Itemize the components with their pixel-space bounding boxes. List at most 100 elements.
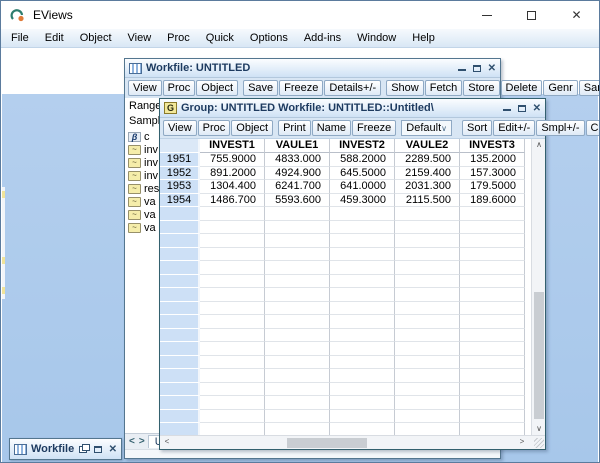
data-cell[interactable] — [460, 275, 525, 289]
menu-options[interactable]: Options — [242, 32, 296, 44]
minimize-icon[interactable] — [503, 109, 511, 111]
tab-prev-icon[interactable]: < — [128, 436, 136, 447]
data-cell[interactable] — [200, 302, 265, 316]
menu-help[interactable]: Help — [404, 32, 443, 44]
minimize-button[interactable] — [464, 1, 509, 29]
data-cell[interactable] — [460, 261, 525, 275]
wf-btn-details[interactable]: Details+/- — [324, 80, 381, 96]
horizontal-scrollbar[interactable]: < > — [160, 435, 545, 449]
data-cell[interactable] — [395, 288, 460, 302]
menu-edit[interactable]: Edit — [37, 32, 72, 44]
grp-btn-object[interactable]: Object — [231, 120, 273, 136]
obs-cell[interactable] — [160, 315, 200, 329]
data-cell[interactable] — [395, 221, 460, 235]
data-cell[interactable] — [460, 410, 525, 424]
data-cell[interactable] — [395, 275, 460, 289]
menu-view[interactable]: View — [120, 32, 160, 44]
data-cell[interactable] — [395, 356, 460, 370]
data-cell[interactable] — [330, 302, 395, 316]
scroll-down-icon[interactable]: ∨ — [532, 423, 546, 435]
data-cell[interactable] — [330, 207, 395, 221]
data-cell[interactable] — [330, 396, 395, 410]
data-cell[interactable] — [460, 221, 525, 235]
data-cell[interactable] — [265, 248, 330, 262]
data-cell[interactable]: 157.3000 — [460, 167, 525, 181]
data-cell[interactable] — [395, 396, 460, 410]
wf-btn-show[interactable]: Show — [386, 80, 424, 96]
menu-file[interactable]: File — [3, 32, 37, 44]
data-cell[interactable] — [200, 356, 265, 370]
maximize-icon[interactable] — [94, 446, 102, 453]
menu-proc[interactable]: Proc — [159, 32, 198, 44]
menu-window[interactable]: Window — [349, 32, 404, 44]
workfile-titlebar[interactable]: Workfile: UNTITLED ✕ — [125, 59, 500, 78]
obs-cell[interactable] — [160, 261, 200, 275]
obs-cell[interactable] — [160, 383, 200, 397]
data-cell[interactable]: 189.6000 — [460, 194, 525, 208]
data-cell[interactable] — [265, 315, 330, 329]
grp-btn-freeze[interactable]: Freeze — [352, 120, 396, 136]
column-header-invest2[interactable]: INVEST2 — [330, 139, 395, 153]
data-cell[interactable] — [460, 315, 525, 329]
data-cell[interactable] — [200, 221, 265, 235]
obs-cell[interactable] — [160, 302, 200, 316]
data-cell[interactable] — [460, 369, 525, 383]
column-header-invest3[interactable]: INVEST3 — [460, 139, 525, 153]
data-cell[interactable] — [265, 329, 330, 343]
data-cell[interactable] — [200, 369, 265, 383]
data-cell[interactable] — [265, 356, 330, 370]
data-cell[interactable]: 2159.400 — [395, 167, 460, 181]
data-cell[interactable]: 6241.700 — [265, 180, 330, 194]
data-cell[interactable] — [460, 356, 525, 370]
group-titlebar[interactable]: G Group: UNTITLED Workfile: UNTITLED::Un… — [160, 99, 545, 118]
data-cell[interactable] — [460, 383, 525, 397]
data-cell[interactable]: 588.2000 — [330, 153, 395, 167]
data-cell[interactable] — [330, 315, 395, 329]
wf-btn-sample[interactable]: Sample — [579, 80, 600, 96]
data-cell[interactable] — [460, 423, 525, 435]
menu-addins[interactable]: Add-ins — [296, 32, 349, 44]
close-icon[interactable]: ✕ — [109, 444, 117, 455]
data-cell[interactable] — [265, 369, 330, 383]
obs-cell[interactable] — [160, 356, 200, 370]
data-cell[interactable] — [460, 396, 525, 410]
data-cell[interactable] — [330, 342, 395, 356]
data-cell[interactable] — [330, 356, 395, 370]
maximize-icon[interactable] — [518, 105, 526, 112]
data-cell[interactable] — [265, 275, 330, 289]
data-cell[interactable] — [460, 302, 525, 316]
data-cell[interactable] — [330, 423, 395, 435]
data-cell[interactable]: 891.2000 — [200, 167, 265, 181]
grp-btn-edit[interactable]: Edit+/- — [493, 120, 535, 136]
wf-btn-view[interactable]: View — [128, 80, 162, 96]
data-cell[interactable]: 645.5000 — [330, 167, 395, 181]
data-cell[interactable] — [200, 275, 265, 289]
data-cell[interactable] — [265, 410, 330, 424]
obs-cell[interactable]: 1953 — [160, 180, 200, 194]
maximize-button[interactable] — [509, 1, 554, 29]
data-cell[interactable] — [200, 234, 265, 248]
obs-cell[interactable] — [160, 410, 200, 424]
data-cell[interactable] — [460, 329, 525, 343]
data-cell[interactable] — [395, 369, 460, 383]
grp-btn-compare[interactable]: Compare+/- — [586, 120, 600, 136]
data-cell[interactable]: 2031.300 — [395, 180, 460, 194]
data-cell[interactable] — [265, 261, 330, 275]
close-icon[interactable]: ✕ — [488, 63, 496, 74]
grp-btn-sort[interactable]: Sort — [462, 120, 492, 136]
obs-cell[interactable] — [160, 234, 200, 248]
data-cell[interactable] — [265, 342, 330, 356]
obs-cell[interactable] — [160, 248, 200, 262]
minimize-icon[interactable] — [458, 69, 466, 71]
wf-btn-proc[interactable]: Proc — [163, 80, 196, 96]
data-cell[interactable] — [395, 248, 460, 262]
grp-btn-print[interactable]: Print — [278, 120, 311, 136]
wf-btn-store[interactable]: Store — [463, 80, 499, 96]
obs-cell[interactable] — [160, 396, 200, 410]
data-cell[interactable]: 641.0000 — [330, 180, 395, 194]
data-cell[interactable]: 4833.000 — [265, 153, 330, 167]
data-cell[interactable] — [200, 329, 265, 343]
resize-grip[interactable] — [534, 438, 544, 448]
vertical-scroll-thumb[interactable] — [534, 292, 544, 419]
data-cell[interactable] — [330, 383, 395, 397]
